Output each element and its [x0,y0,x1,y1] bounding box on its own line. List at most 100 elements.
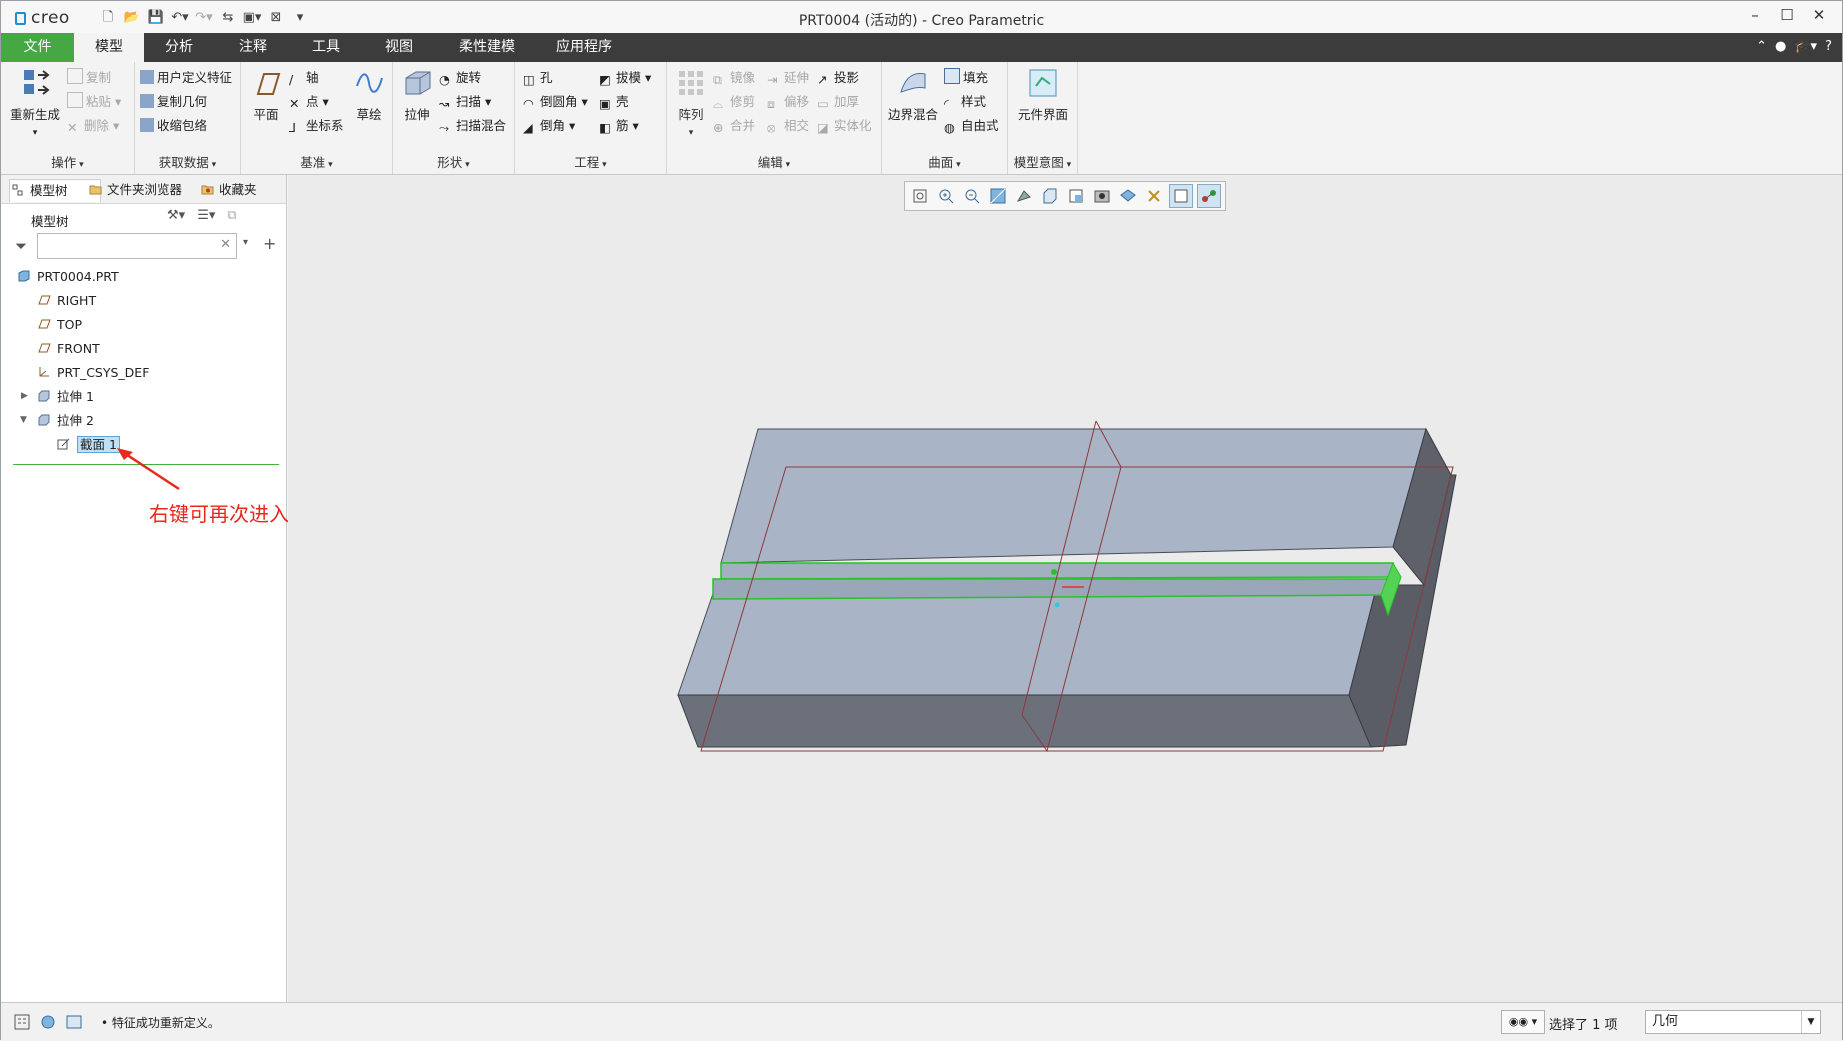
project-button[interactable]: ↗ 投影 [817,68,859,88]
regenerate-button[interactable]: 重新生成 ▾ [9,66,61,138]
expand-icon[interactable]: ▶ [21,391,28,401]
tab-favorites[interactable]: 收藏夹 [199,179,289,201]
group-label-get-data[interactable]: 获取数据 [135,152,240,171]
tab-file[interactable]: 文件 [1,33,74,62]
learning-icon[interactable]: 🎓▾ [1794,39,1817,54]
browser-icon[interactable] [39,1013,57,1031]
component-interface-button[interactable]: 元件界面 [1014,66,1072,123]
clear-search-icon[interactable]: ✕ [220,237,231,252]
sweep-button[interactable]: ↝ 扫描 ▾ [439,92,491,112]
datum-plane-icon [38,319,51,329]
fill-icon [944,68,960,84]
style-button[interactable]: ◜ 样式 [944,92,986,112]
thicken-button[interactable]: ▭ 加厚 [817,92,859,112]
delete-button[interactable]: ✕ 删除 ▾ [67,116,119,136]
selection-filter-value: 几何 [1652,1014,1679,1029]
axis-button[interactable]: / 轴 [289,68,319,88]
datum-plane-icon [38,343,51,353]
group-label-model-intent[interactable]: 模型意图 [1008,152,1077,171]
offset-button[interactable]: ⧈ 偏移 [767,92,809,112]
fill-button[interactable]: 填充 [944,68,988,88]
chamfer-button[interactable]: ◢ 倒角 ▾ [523,116,575,136]
udf-button[interactable]: 用户定义特征 [140,68,232,88]
tree-item-right[interactable]: RIGHT [37,291,96,311]
tree-item-part[interactable]: PRT0004.PRT [17,267,119,287]
show-columns-icon[interactable]: ☰▾ [197,208,215,223]
sketch-button[interactable]: 草绘 [349,66,389,123]
draft-button[interactable]: ◩ 拔模 ▾ [599,68,651,88]
help-icon[interactable]: ? [1825,39,1832,54]
tree-settings-icon[interactable]: ⚒▾ [167,208,185,223]
fullscreen-icon[interactable] [65,1013,83,1031]
user-icon[interactable]: ● [1775,39,1786,54]
tab-annotate[interactable]: 注释 [218,33,288,62]
tree-item-extrude-1[interactable]: 拉伸 1 [37,387,94,407]
tree-search-input[interactable]: ✕ [37,233,237,259]
trim-label: 修剪 [730,94,756,109]
tab-folder-browser[interactable]: 文件夹浏览器 [87,179,211,201]
tree-item-top[interactable]: TOP [37,315,82,335]
swept-blend-button[interactable]: ⤳ 扫描混合 [439,116,506,136]
tab-model[interactable]: 模型 [74,33,144,62]
delete-label: 删除 [84,118,110,133]
solidify-button[interactable]: ◪ 实体化 [817,116,872,136]
group-label-engineering[interactable]: 工程 [515,152,666,171]
copy-geometry-button[interactable]: 复制几何 [140,92,207,112]
minimize-icon[interactable]: – [1742,6,1768,24]
round-button[interactable]: ◠ 倒圆角 ▾ [523,92,588,112]
extrude-button[interactable]: 拉伸 [397,66,437,123]
find-button[interactable]: ◉◉ ▾ [1501,1010,1545,1034]
show-navigator-icon[interactable] [13,1013,31,1031]
group-label-operations[interactable]: 操作 [1,152,134,171]
udf-label: 用户定义特征 [157,70,233,85]
shrinkwrap-button[interactable]: 收缩包络 [140,116,207,136]
tab-view[interactable]: 视图 [364,33,434,62]
point-button[interactable]: ✕ 点 ▾ [289,92,329,112]
tree-item-section-1[interactable]: 截面 1 [57,435,120,455]
group-label-shapes[interactable]: 形状 [393,152,514,171]
search-options-icon[interactable]: ▾ [243,237,248,248]
tree-item-csys[interactable]: PRT_CSYS_DEF [37,363,149,383]
model-viewport[interactable] [288,175,1842,1002]
block-front-face [677,694,1372,748]
revolve-button[interactable]: ◔ 旋转 [439,68,481,88]
plane-button[interactable]: 平面 [247,66,285,123]
group-label-editing[interactable]: 编辑 [667,152,881,171]
intersect-button[interactable]: ⦻ 相交 [767,116,809,136]
mirror-button[interactable]: ⧉ 镜像 [713,68,755,88]
tab-applications[interactable]: 应用程序 [541,33,627,62]
chevron-down-icon[interactable]: ▼ [1801,1011,1820,1033]
group-label-datum[interactable]: 基准 [241,152,392,171]
boundary-blend-button[interactable]: 边界混合 [886,66,940,123]
close-icon[interactable]: ✕ [1806,6,1832,24]
tree-item-front[interactable]: FRONT [37,339,100,359]
extend-button[interactable]: ⇥ 延伸 [767,68,809,88]
minimize-ribbon-icon[interactable]: ⌃ [1756,39,1767,54]
udf-icon [140,70,154,84]
copy-button[interactable]: 复制 [67,68,111,88]
csys-button[interactable]: ⅃ 坐标系 [289,116,344,136]
graphics-window[interactable] [288,175,1842,1002]
selection-filter-select[interactable]: 几何 ▼ [1645,1010,1821,1034]
freestyle-button[interactable]: ◍ 自由式 [944,116,999,136]
trim-button[interactable]: ⌓ 修剪 [713,92,755,112]
pattern-button[interactable]: 阵列 ▾ [671,66,711,138]
extrude-icon [405,71,431,95]
thicken-icon: ▭ [817,96,829,111]
tree-filter-icon[interactable]: ⧉ [227,208,236,223]
hole-button[interactable]: ◫ 孔 [523,68,553,88]
maximize-icon[interactable]: ☐ [1774,6,1800,24]
mirror-label: 镜像 [730,70,756,85]
collapse-icon[interactable]: ▼ [20,415,27,425]
tree-item-extrude-2[interactable]: 拉伸 2 [37,411,94,431]
group-label-surfaces[interactable]: 曲面 [882,152,1007,171]
paste-button[interactable]: 粘贴 ▾ [67,92,121,112]
tab-flexible-modeling[interactable]: 柔性建模 [447,33,527,62]
shell-button[interactable]: ▣ 壳 [599,92,629,112]
binoculars-icon: ◉◉ [1508,1015,1529,1028]
rib-button[interactable]: ◧ 筋 ▾ [599,116,639,136]
add-filter-icon[interactable]: + [263,234,276,253]
tab-tools[interactable]: 工具 [291,33,361,62]
tab-analysis[interactable]: 分析 [144,33,214,62]
merge-button[interactable]: ⊕ 合并 [713,116,755,136]
